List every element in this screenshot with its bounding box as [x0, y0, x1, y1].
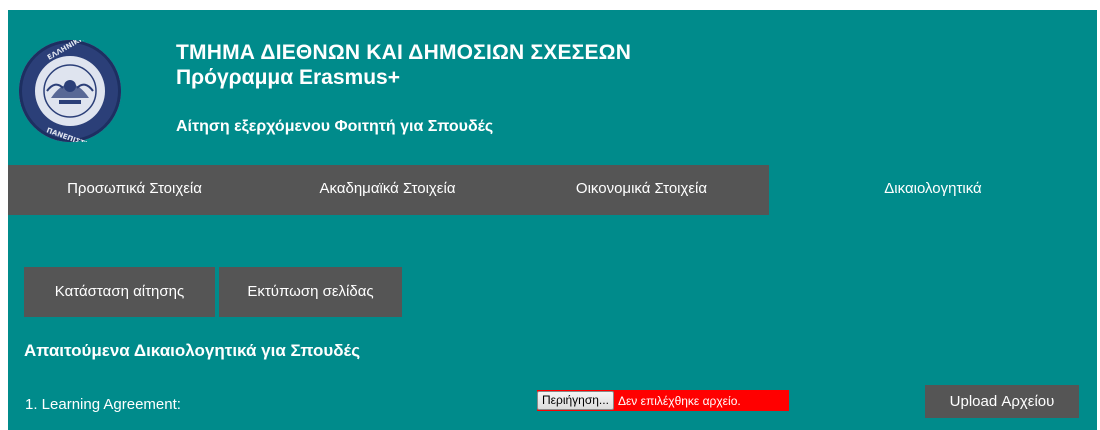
documents-section-title: Απαιτούμενα Δικαιολογητικά για Σπουδές [24, 341, 361, 360]
main-nav: Προσωπικά Στοιχεία Ακαδημαϊκά Στοιχεία Ο… [8, 165, 1097, 215]
header: ΕΛΛΗΝΙΚΗ ΠΑΝΕΠΙΣΤΗΜΙΟ ΤΜΗΜΑ ΔΙΕΘΝΩΝ ΚΑΙ … [8, 10, 1097, 165]
tab-personal-info[interactable]: Προσωπικά Στοιχεία [8, 165, 261, 215]
application-status-button[interactable]: Κατάσταση αίτησης [24, 267, 215, 317]
svg-text:ΠΑΝΕΠΙΣΤΗΜΙΟ: ΠΑΝΕΠΙΣΤΗΜΙΟ [45, 126, 105, 142]
print-page-button[interactable]: Εκτύπωση σελίδας [219, 267, 402, 317]
page-container: ΕΛΛΗΝΙΚΗ ΠΑΝΕΠΙΣΤΗΜΙΟ ΤΜΗΜΑ ΔΙΕΘΝΩΝ ΚΑΙ … [8, 10, 1097, 430]
program-title: Πρόγραμμα Erasmus+ [176, 66, 400, 89]
university-seal-logo: ΕΛΛΗΝΙΚΗ ΠΑΝΕΠΙΣΤΗΜΙΟ [19, 40, 121, 142]
seal-emblem-icon: ΕΛΛΗΝΙΚΗ ΠΑΝΕΠΙΣΤΗΜΙΟ [36, 40, 106, 142]
file-input[interactable]: Περιήγηση... Δεν επιλέχθηκε αρχείο. [537, 390, 789, 411]
page-title: ΤΜΗΜΑ ΔΙΕΘΝΩΝ ΚΑΙ ΔΗΜΟΣΙΩΝ ΣΧΕΣΕΩΝ [176, 41, 632, 64]
action-buttons: Κατάσταση αίτησης Εκτύπωση σελίδας [24, 267, 402, 317]
document-label: 1. Learning Agreement: [25, 396, 181, 413]
document-row: 1. Learning Agreement: Περιήγηση... Δεν … [8, 385, 1097, 425]
tab-financial-info[interactable]: Οικονομικά Στοιχεία [514, 165, 769, 215]
form-title: Αίτηση εξερχόμενου Φοιτητή για Σπουδές [176, 118, 494, 135]
tab-documents[interactable]: Δικαιολογητικά [769, 165, 1097, 215]
tab-academic-info[interactable]: Ακαδημαϊκά Στοιχεία [261, 165, 514, 215]
upload-file-button[interactable]: Upload Αρχείου [925, 385, 1079, 418]
file-status-text: Δεν επιλέχθηκε αρχείο. [617, 393, 741, 408]
browse-button[interactable]: Περιήγηση... [537, 391, 614, 410]
